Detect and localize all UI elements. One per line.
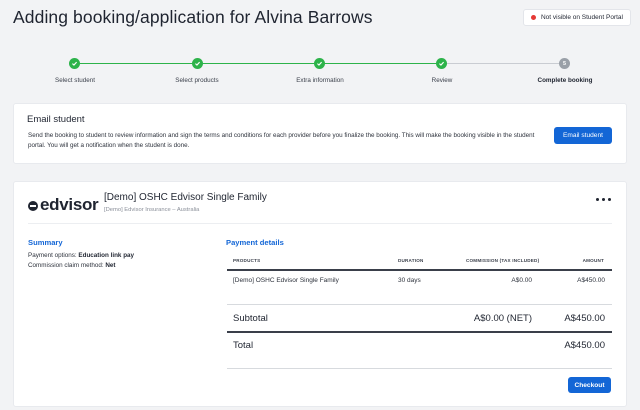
row-commission: A$0.00 [511, 277, 532, 284]
row-amount: A$450.00 [577, 277, 605, 284]
subtotal-label: Subtotal [233, 313, 268, 324]
column-header-amount: AMOUNT [582, 258, 604, 263]
step-label-review: Review [431, 77, 453, 84]
checkout-button[interactable]: Checkout [568, 377, 611, 393]
booking-stepper: 5 Select student Select products Extra i… [0, 55, 640, 95]
edvisor-logo-text: edvisor [40, 195, 99, 214]
step-connector [80, 63, 197, 64]
subtotal-amount: A$450.00 [564, 313, 605, 324]
product-provider: [Demo] Edvisor Insurance – Australia [104, 207, 200, 213]
email-student-card: Email student Send the booking to studen… [13, 103, 627, 164]
column-header-commission: COMMISSION (TAX INCLUDED) [466, 258, 540, 263]
total-label: Total [233, 340, 254, 351]
step-label-complete-booking: Complete booking [537, 77, 593, 84]
column-header-products: PRODUCTS [233, 258, 261, 263]
commission-claim-method: Commission claim method: Net [28, 262, 116, 269]
row-product: [Demo] OSHC Edvisor Single Family [233, 277, 339, 284]
summary-title: Summary [28, 238, 63, 247]
column-header-duration: DURATION [398, 258, 424, 263]
step-4-check-icon[interactable] [436, 58, 447, 69]
edvisor-logo: edvisor [28, 195, 99, 215]
visibility-badge-label: Not visible on Student Portal [540, 14, 623, 21]
row-duration: 30 days [398, 277, 421, 284]
email-student-button[interactable]: Email student [554, 127, 612, 144]
step-connector [446, 63, 563, 64]
edvisor-logo-icon [28, 201, 38, 211]
payment-options: Payment options: Education link pay [28, 252, 135, 259]
product-name: [Demo] OSHC Edvisor Single Family [104, 192, 267, 203]
product-card: edvisor [Demo] OSHC Edvisor Single Famil… [13, 181, 627, 407]
row-divider [227, 304, 612, 305]
subtotal-commission: A$0.00 (NET) [473, 313, 532, 324]
step-2-check-icon[interactable] [192, 58, 203, 69]
total-divider [227, 368, 612, 369]
total-amount: A$450.00 [564, 340, 605, 351]
status-dot-icon [530, 15, 536, 20]
step-3-check-icon[interactable] [314, 58, 325, 69]
step-connector [202, 63, 319, 64]
card-divider [28, 223, 612, 224]
step-connector [324, 63, 441, 64]
step-label-extra-information: Extra information [296, 77, 344, 84]
step-label-select-products: Select products [175, 77, 219, 84]
email-section-title: Email student [27, 114, 85, 125]
step-label-select-student: Select student [55, 77, 95, 84]
table-header-divider [227, 269, 612, 271]
payment-details-title: Payment details [226, 238, 284, 247]
page-title: Adding booking/application for Alvina Ba… [13, 7, 373, 27]
email-section-description: Send the booking to student to review in… [28, 132, 535, 149]
step-5-number: 5 [559, 58, 570, 69]
more-options-icon[interactable] [596, 198, 611, 201]
visibility-badge: Not visible on Student Portal [522, 9, 631, 26]
subtotal-divider [227, 331, 612, 333]
step-1-check-icon[interactable] [69, 58, 80, 69]
